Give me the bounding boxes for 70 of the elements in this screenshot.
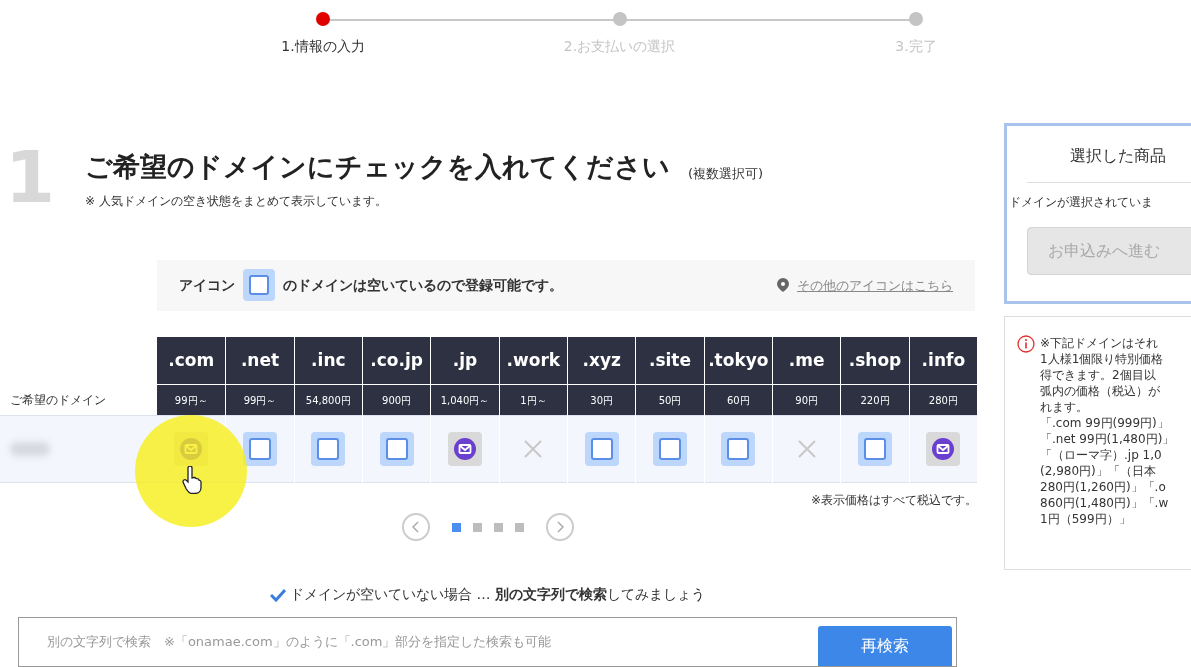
tld-header: .tokyo xyxy=(704,337,772,385)
empty-message: ドメインが選択されていま xyxy=(1009,194,1153,211)
tld-header: .shop xyxy=(841,337,909,385)
tld-header: .jp xyxy=(431,337,499,385)
other-icons-link[interactable]: その他のアイコンはこちら xyxy=(797,275,953,296)
checkbox[interactable] xyxy=(858,432,892,466)
proceed-button[interactable]: お申込みへ進む xyxy=(1027,227,1191,275)
search-field[interactable]: 別の文字列で検索 ※「onamae.com」のように「.com」部分を指定した検索も可能 再検索 xyxy=(18,617,957,667)
legend-text: アイコン xyxy=(179,275,235,295)
hint-text: ドメインが空いていない場合 … 別の文字列で検索してみましょう xyxy=(290,585,705,604)
checkbox[interactable] xyxy=(721,432,756,466)
pin-icon xyxy=(777,278,789,293)
tld-header: .com xyxy=(157,337,226,385)
search-input[interactable]: 別の文字列で検索 ※「onamae.com」のように「.com」部分を指定した検索も可能 xyxy=(47,632,818,652)
hand-cursor-icon xyxy=(182,466,202,494)
notice-line: 860円(1,480円)」「.w xyxy=(1040,495,1170,511)
checkbox[interactable] xyxy=(584,432,619,466)
notice-line: 280円(1,260円)」「.o xyxy=(1040,479,1167,495)
mail-badge[interactable] xyxy=(926,432,961,466)
price-cell: 900円 xyxy=(363,385,431,415)
checkbox[interactable] xyxy=(653,432,687,466)
price-cell: 1,040円～ xyxy=(431,385,499,415)
cart-title: 選択した商品 xyxy=(1070,145,1166,167)
price-cell: 90円 xyxy=(773,385,841,415)
price-cell: 54,800円 xyxy=(294,385,362,415)
checkbox[interactable] xyxy=(243,432,277,466)
checkbox[interactable] xyxy=(311,432,346,466)
step-label: 1.情報の入力 xyxy=(281,37,365,56)
notice-line: 1人様1個限り特別価格 xyxy=(1040,351,1165,367)
notice-line: 1円（599円）」 xyxy=(1040,511,1132,527)
mail-badge[interactable] xyxy=(448,432,482,466)
price-cell: 99円～ xyxy=(226,385,294,415)
tld-header: .net xyxy=(226,337,294,385)
info-icon xyxy=(1017,335,1035,353)
notice-line: ※下記ドメインはそれ xyxy=(1040,335,1160,351)
tax-note: ※表示価格はすべて税込です。 xyxy=(810,492,977,509)
notice-line: れます。 xyxy=(1040,399,1089,415)
research-button[interactable]: 再検索 xyxy=(818,626,952,666)
legend-text: のドメインは空いているので登録可能です。 xyxy=(283,275,563,295)
section-subtitle: ※ 人気ドメインの空き状態をまとめて表示しています。 xyxy=(85,192,388,210)
title-note: (複数選択可) xyxy=(688,165,764,184)
chevron-left-icon xyxy=(411,521,420,533)
price-cell: 220円 xyxy=(841,385,909,415)
checkbox-sample xyxy=(243,269,275,302)
notice-line: 「.com 99円(999円)」 xyxy=(1040,415,1170,431)
tld-header: .work xyxy=(499,337,567,385)
notice-line: 「.net 99円(1,480円)」 xyxy=(1040,431,1175,447)
checkbox[interactable] xyxy=(379,432,414,466)
tld-header: .info xyxy=(909,337,977,385)
blurred-text xyxy=(10,442,50,456)
price-cell: 280円 xyxy=(909,385,977,415)
notice-line: (2,980円)」「（日本 xyxy=(1040,463,1157,479)
notice-line: 弧内の価格（税込）が xyxy=(1040,383,1161,399)
notice-line: 「（ローマ字）.jp 1,0 xyxy=(1040,447,1163,463)
section-title: ご希望のドメインにチェックを入れてください xyxy=(85,150,670,185)
price-cell: 60円 xyxy=(704,385,772,415)
step-label: 3.完了 xyxy=(895,37,937,56)
tld-header: .inc xyxy=(294,337,362,385)
chevron-right-icon xyxy=(555,521,564,533)
tld-header: .co.jp xyxy=(363,337,431,385)
price-cell: 30円 xyxy=(568,385,636,415)
row-label: ご希望のドメイン xyxy=(10,392,106,409)
tld-header: .me xyxy=(773,337,841,385)
notice-line: 得できます。2個目以 xyxy=(1040,367,1157,383)
price-cell: 50円 xyxy=(636,385,704,415)
checkmark-icon xyxy=(270,587,287,602)
tld-header: .site xyxy=(636,337,704,385)
price-cell: 99円～ xyxy=(157,385,226,415)
price-cell: 1円～ xyxy=(499,385,567,415)
tld-header: .xyz xyxy=(568,337,636,385)
